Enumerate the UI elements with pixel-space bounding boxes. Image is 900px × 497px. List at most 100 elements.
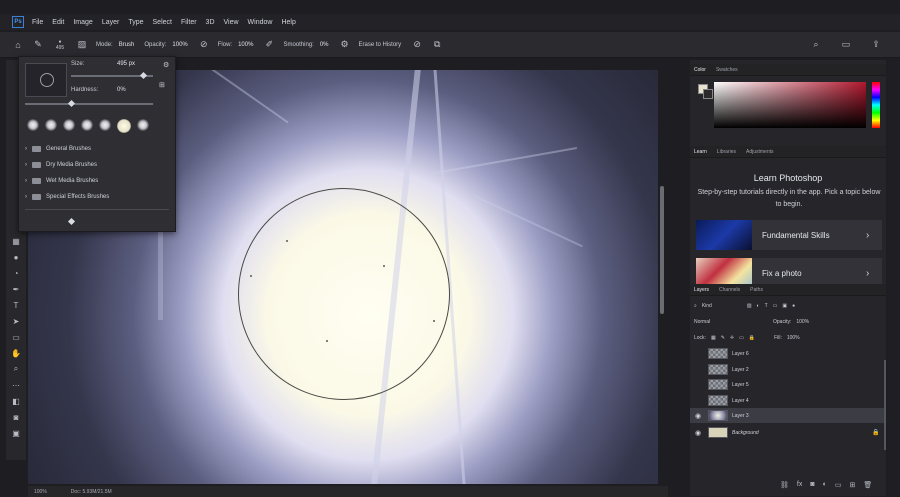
layer-row-selected[interactable]: ◉ Layer 3 — [690, 408, 886, 423]
hardness-slider-knob[interactable] — [67, 99, 76, 108]
quick-mask-icon[interactable]: ◙ — [10, 412, 22, 422]
add-mask-icon[interactable]: ◙ — [810, 481, 814, 489]
brush-folder-dry-media[interactable]: › Dry Media Brushes — [25, 158, 169, 172]
kind-filter-select[interactable]: Kind — [702, 303, 742, 309]
size-value[interactable]: 495 px — [117, 61, 135, 67]
share-icon[interactable]: ⇪ — [870, 38, 882, 50]
smart-object-filter-icon[interactable]: ▣ — [782, 303, 787, 309]
link-layers-icon[interactable]: ⛓ — [780, 481, 789, 489]
tab-libraries[interactable]: Libraries — [717, 149, 736, 155]
color-picker-field[interactable] — [714, 82, 866, 128]
workspace-icon[interactable]: ▭ — [840, 38, 852, 50]
mode-select[interactable]: Brush — [119, 42, 135, 48]
menu-file[interactable]: File — [32, 19, 43, 26]
brush-tip[interactable] — [63, 119, 75, 131]
new-layer-icon[interactable]: ⊞ — [849, 481, 855, 489]
menu-view[interactable]: View — [224, 19, 239, 26]
layer-opacity-input[interactable]: 100% — [796, 319, 809, 325]
gear-icon[interactable]: ⚙ — [163, 61, 169, 69]
path-selection-icon[interactable]: ➤ — [10, 316, 22, 326]
menu-image[interactable]: Image — [73, 19, 92, 26]
screen-mode-icon[interactable]: ▣ — [10, 428, 22, 438]
rectangle-tool-icon[interactable]: ▭ — [10, 332, 22, 342]
menu-edit[interactable]: Edit — [52, 19, 64, 26]
lock-artboard-icon[interactable]: ▭ — [739, 335, 744, 341]
tab-swatches[interactable]: Swatches — [716, 67, 738, 73]
eye-icon[interactable]: ◉ — [690, 429, 706, 437]
tab-layers[interactable]: Layers — [694, 287, 709, 293]
trash-icon[interactable]: 🗑 — [863, 481, 872, 489]
brush-folder-special-effects[interactable]: › Special Effects Brushes — [25, 190, 169, 204]
menu-filter[interactable]: Filter — [181, 19, 197, 26]
brush-tip[interactable] — [45, 119, 57, 131]
brush-folder-general[interactable]: › General Brushes — [25, 142, 169, 156]
color-swatches-icon[interactable]: ◧ — [10, 396, 22, 406]
canvas-scrollbar[interactable] — [660, 186, 664, 314]
erase-to-history-checkbox[interactable]: Erase to History — [358, 42, 401, 48]
lock-position-icon[interactable]: ✛ — [730, 335, 734, 341]
shape-filter-icon[interactable]: ▭ — [773, 303, 778, 309]
size-slider-knob[interactable] — [139, 71, 148, 80]
lock-transparent-icon[interactable]: ▦ — [711, 335, 716, 341]
layer-row[interactable]: Layer 2 — [690, 362, 886, 377]
pen-tool-icon[interactable]: ✒ — [10, 284, 22, 294]
fill-input[interactable]: 100% — [787, 335, 800, 341]
brush-tip[interactable] — [27, 119, 39, 131]
hardness-slider[interactable] — [25, 103, 153, 105]
layer-row-background[interactable]: ◉ Background 🔒 — [690, 425, 886, 440]
symmetry-icon[interactable]: ⧉ — [431, 39, 443, 51]
eye-icon[interactable]: ◉ — [690, 412, 706, 420]
tab-color[interactable]: Color — [694, 67, 706, 73]
type-tool-icon[interactable]: T — [10, 300, 22, 310]
zoom-level[interactable]: 100% — [34, 489, 47, 495]
brush-tip[interactable] — [99, 119, 111, 131]
document-size[interactable]: Doc: 5.93M/21.5M — [71, 489, 112, 495]
adjustment-filter-icon[interactable]: ◐ — [757, 303, 760, 309]
brush-tip[interactable] — [137, 119, 149, 131]
blend-mode-select[interactable]: Normal — [694, 319, 754, 325]
lock-pixels-icon[interactable]: ✎ — [721, 335, 725, 341]
opacity-input[interactable]: 100% — [172, 42, 187, 48]
pixel-filter-icon[interactable]: ▨ — [747, 303, 752, 309]
zoom-tool-icon[interactable]: ⌕ — [10, 364, 22, 374]
hue-slider[interactable] — [872, 82, 880, 128]
layer-style-icon[interactable]: fx — [797, 481, 802, 489]
search-icon[interactable]: ⌕ — [810, 38, 822, 50]
menu-window[interactable]: Window — [248, 19, 273, 26]
flow-input[interactable]: 100% — [238, 42, 253, 48]
layer-row[interactable]: Layer 5 — [690, 377, 886, 392]
brush-settings-icon[interactable]: ▨ — [76, 39, 88, 51]
filter-toggle-icon[interactable]: ● — [792, 303, 795, 309]
layer-row[interactable]: Layer 4 — [690, 393, 886, 408]
brush-size-picker[interactable]: ● 495 — [52, 39, 68, 51]
adjustment-layer-icon[interactable]: ◐ — [823, 481, 827, 489]
tab-channels[interactable]: Channels — [719, 287, 740, 293]
menu-select[interactable]: Select — [153, 19, 172, 26]
popup-resize-handle[interactable] — [67, 217, 76, 226]
layers-scrollbar[interactable] — [884, 360, 886, 450]
menu-layer[interactable]: Layer — [102, 19, 120, 26]
new-group-icon[interactable]: ▭ — [835, 481, 842, 489]
new-preset-icon[interactable]: ⊞ — [159, 81, 165, 89]
brush-folder-wet-media[interactable]: › Wet Media Brushes — [25, 174, 169, 188]
tab-adjustments[interactable]: Adjustments — [746, 149, 774, 155]
menu-3d[interactable]: 3D — [206, 19, 215, 26]
pressure-size-icon[interactable]: ⊘ — [411, 39, 423, 51]
card-fundamental-skills[interactable]: Fundamental Skills › — [696, 220, 882, 250]
menu-type[interactable]: Type — [128, 19, 143, 26]
airbrush-icon[interactable]: ✐ — [263, 39, 275, 51]
blur-tool-icon[interactable]: ● — [10, 252, 22, 262]
hand-tool-icon[interactable]: ✋ — [10, 348, 22, 358]
smoothing-input[interactable]: 0% — [320, 42, 329, 48]
layer-row[interactable]: Layer 6 — [690, 346, 886, 361]
pressure-opacity-icon[interactable]: ⊘ — [198, 39, 210, 51]
dodge-tool-icon[interactable]: ◔ — [10, 268, 22, 278]
more-tools-icon[interactable]: ⋯ — [10, 380, 22, 390]
tab-learn[interactable]: Learn — [694, 149, 707, 155]
gradient-tool-icon[interactable]: ▦ — [10, 236, 22, 246]
type-filter-icon[interactable]: T — [765, 303, 768, 309]
menu-help[interactable]: Help — [281, 19, 295, 26]
background-color-swatch[interactable] — [703, 89, 713, 99]
brush-tip-selected[interactable] — [117, 119, 131, 133]
brush-tip[interactable] — [81, 119, 93, 131]
